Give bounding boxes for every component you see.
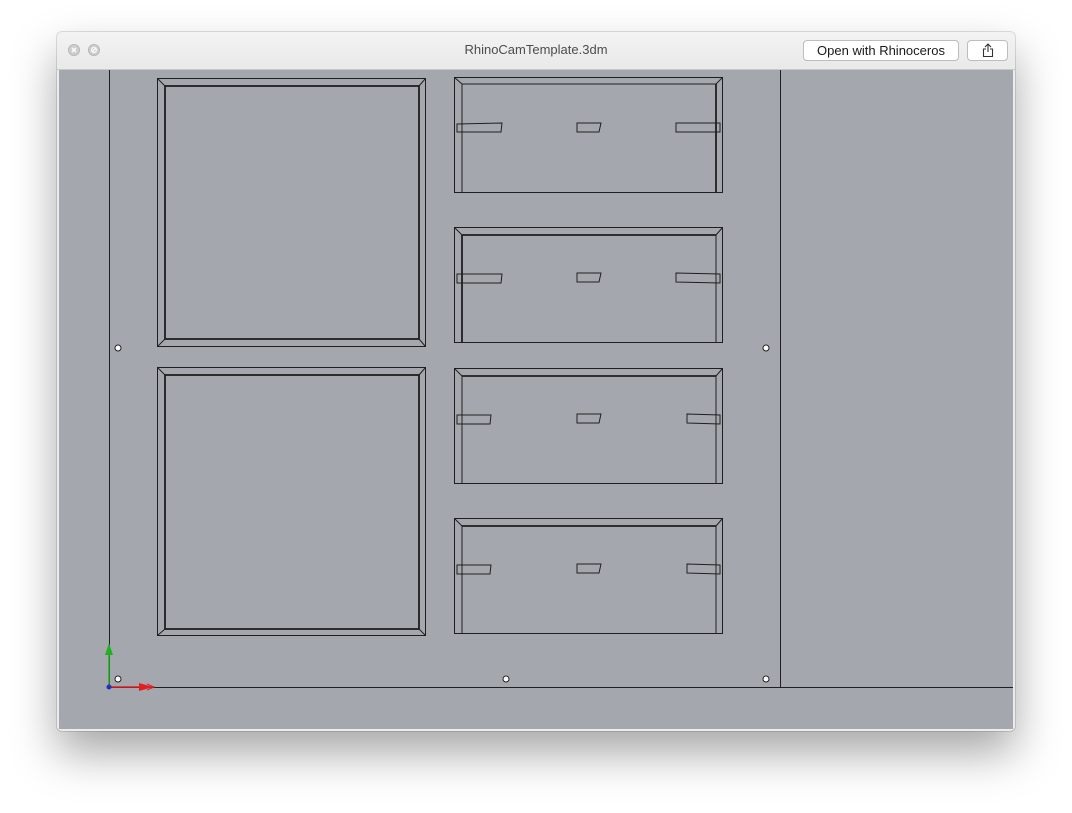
share-icon [982, 43, 993, 58]
registration-point [762, 675, 770, 683]
title-bar: RhinoCamTemplate.3dm Open with Rhinocero… [57, 32, 1015, 70]
world-axes-icon [105, 643, 156, 691]
open-with-rhinoceros-button[interactable]: Open with Rhinoceros [803, 40, 959, 61]
large-frame-bottom [157, 367, 426, 636]
drawer-panel-2 [454, 227, 723, 343]
registration-point [114, 344, 122, 352]
preview-window: RhinoCamTemplate.3dm Open with Rhinocero… [57, 32, 1015, 731]
drawer-panel-4 [454, 518, 723, 634]
registration-point [114, 675, 122, 683]
drawer-panel-3 [454, 368, 723, 484]
rhino-viewport[interactable] [59, 70, 1013, 729]
share-button[interactable] [967, 40, 1008, 61]
registration-point [502, 675, 510, 683]
viewport-drawing [105, 70, 1013, 691]
registration-point [762, 344, 770, 352]
drawer-panel-1 [454, 77, 723, 193]
large-frame-top [157, 78, 426, 347]
